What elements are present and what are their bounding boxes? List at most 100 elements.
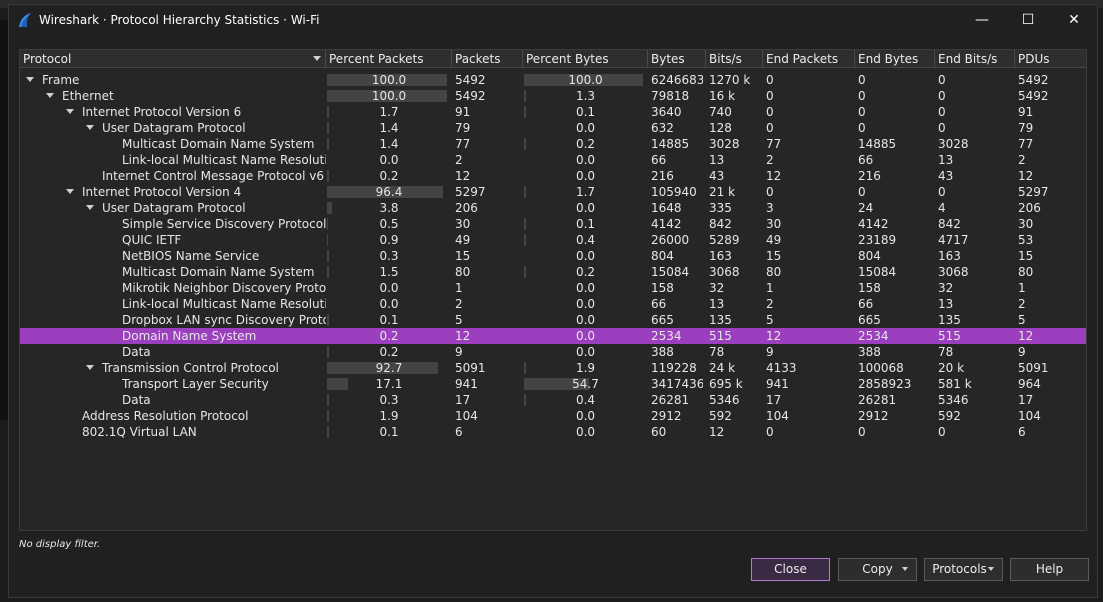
protocols-button[interactable]: Protocols: [924, 558, 1003, 581]
cell-bytes: 105940: [651, 185, 697, 199]
tree-row[interactable]: Domain Name System 0.2 12 0.0 2534 515 12 2534 5…: [20, 328, 1086, 344]
cell-percent-packets: 0.2: [379, 329, 399, 343]
column-header-percent-bytes[interactable]: Percent Bytes: [523, 50, 648, 68]
tree-row[interactable]: QUIC IETF 0.9 49 0.4 26000 5289 49 23189 4717 53: [20, 232, 1086, 248]
tree-row[interactable]: 802.1Q Virtual LAN 0.1 6 0.0 60 12 0 0 0 6: [20, 424, 1086, 440]
tree-row[interactable]: Frame 100.0 5492 100.0 6246683 1270 k 0 0 0 5492: [20, 72, 1086, 88]
tree-row[interactable]: Address Resolution Protocol 1.9 104 0.0 2912…: [20, 408, 1086, 424]
cell-end-packets: 3: [766, 201, 774, 215]
cell-bytes: 66: [651, 153, 667, 167]
cell-end-bits-per-second: 0: [938, 73, 946, 87]
expand-arrow-icon[interactable]: [66, 109, 74, 114]
column-header-bytes[interactable]: Bytes: [648, 50, 706, 68]
cell-end-bytes: 24: [858, 201, 874, 215]
cell-protocol: User Datagram Protocol: [102, 121, 246, 135]
expand-arrow-icon[interactable]: [86, 125, 94, 130]
cell-end-bits-per-second: 515: [938, 329, 961, 343]
cell-bytes: 2534: [651, 329, 682, 343]
cell-end-packets: 5: [766, 313, 774, 327]
cell-percent-packets: 0.1: [379, 313, 399, 327]
expand-arrow-icon[interactable]: [86, 365, 94, 370]
cell-percent-packets: 100.0: [371, 89, 407, 103]
cell-bytes: 216: [651, 169, 674, 183]
help-button[interactable]: Help: [1010, 558, 1089, 581]
tree-row[interactable]: Transport Layer Security 17.1 941 54.7 34174…: [20, 376, 1086, 392]
maximize-button[interactable]: ☐: [1005, 5, 1051, 35]
protocol-tree[interactable]: Protocol Percent Packets Packets Percent By…: [19, 49, 1087, 531]
minimize-button[interactable]: —: [959, 5, 1005, 35]
cell-bytes: 60: [651, 425, 667, 439]
tree-row[interactable]: Simple Service Discovery Protocol 0.5 30 0.…: [20, 216, 1086, 232]
cell-percent-packets: 1.9: [379, 409, 399, 423]
cell-bits-per-second: 5346: [709, 393, 740, 407]
cell-pdus: 964: [1018, 377, 1041, 391]
column-header-end-bytes[interactable]: End Bytes: [855, 50, 935, 68]
cell-end-packets: 2: [766, 297, 774, 311]
tree-row[interactable]: User Datagram Protocol 1.4 79 0.0 632 128 0 0 0 7…: [20, 120, 1086, 136]
tree-row[interactable]: User Datagram Protocol 3.8 206 0.0 1648 335 3 2…: [20, 200, 1086, 216]
cell-protocol: Link-local Multicast Name Resolution: [122, 153, 326, 167]
column-header-pdus[interactable]: PDUs: [1015, 50, 1086, 68]
close-button[interactable]: Close: [751, 558, 830, 581]
cell-percent-bytes: 0.0: [575, 409, 596, 423]
expand-arrow-icon[interactable]: [26, 77, 34, 82]
expand-arrow-icon[interactable]: [66, 189, 74, 194]
cell-percent-packets: 0.5: [379, 217, 399, 231]
tree-row[interactable]: Internet Protocol Version 4 96.4 5297 1.7 10…: [20, 184, 1086, 200]
cell-protocol: Internet Control Message Protocol v6: [102, 169, 324, 183]
cell-end-bits-per-second: 5346: [938, 393, 969, 407]
cell-bytes: 1648: [651, 201, 682, 215]
cell-end-bits-per-second: 135: [938, 313, 961, 327]
column-header-packets[interactable]: Packets: [452, 50, 523, 68]
tree-row[interactable]: Data 0.2 9 0.0 388 78 9 388 78 9: [20, 344, 1086, 360]
tree-row[interactable]: Dropbox LAN sync Discovery Protocol 0.1 5 0…: [20, 312, 1086, 328]
tree-row[interactable]: Multicast Domain Name System 1.4 77 0.2 1488…: [20, 136, 1086, 152]
cell-bytes: 388: [651, 345, 674, 359]
cell-bytes: 665: [651, 313, 674, 327]
cell-percent-bytes: 0.2: [575, 265, 596, 279]
tree-row[interactable]: Internet Control Message Protocol v6 0.2 1…: [20, 168, 1086, 184]
cell-end-bytes: 158: [858, 281, 881, 295]
tree-row[interactable]: NetBIOS Name Service 0.3 15 0.0 804 163 15 804 1…: [20, 248, 1086, 264]
tree-row[interactable]: Transmission Control Protocol 92.7 5091 1.9…: [20, 360, 1086, 376]
tree-row[interactable]: Mikrotik Neighbor Discovery Protocol 0.0 1…: [20, 280, 1086, 296]
cell-percent-bytes: 0.0: [575, 425, 596, 439]
copy-button[interactable]: Copy: [838, 558, 917, 581]
cell-end-bits-per-second: 0: [938, 121, 946, 135]
cell-bytes: 66: [651, 297, 667, 311]
tree-row[interactable]: Internet Protocol Version 6 1.7 91 0.1 3640 7…: [20, 104, 1086, 120]
tree-row[interactable]: Data 0.3 17 0.4 26281 5346 17 26281 5346 17: [20, 392, 1086, 408]
cell-bits-per-second: 13: [709, 153, 725, 167]
tree-row[interactable]: Multicast Domain Name System 1.5 80 0.2 1508…: [20, 264, 1086, 280]
cell-end-packets: 2: [766, 153, 774, 167]
tree-row[interactable]: Link-local Multicast Name Resolution 0.0 2…: [20, 152, 1086, 168]
expand-arrow-icon[interactable]: [86, 205, 94, 210]
column-header-percent-packets[interactable]: Percent Packets: [326, 50, 452, 68]
cell-end-packets: 0: [766, 185, 774, 199]
cell-end-packets: 0: [766, 121, 774, 135]
column-header-end-packets[interactable]: End Packets: [763, 50, 855, 68]
background-window-edge: [0, 20, 8, 420]
cell-packets: 5: [455, 313, 463, 327]
cell-bits-per-second: 43: [709, 169, 725, 183]
cell-protocol: Transmission Control Protocol: [102, 361, 279, 375]
cell-packets: 5492: [455, 89, 486, 103]
cell-end-bytes: 26281: [858, 393, 897, 407]
title-bar[interactable]: Wireshark · Protocol Hierarchy Statistic…: [9, 5, 1097, 35]
cell-end-bytes: 100068: [858, 361, 904, 375]
expand-arrow-icon[interactable]: [46, 93, 54, 98]
cell-bits-per-second: 135: [709, 313, 732, 327]
column-header-bits-per-second[interactable]: Bits/s: [706, 50, 763, 68]
tree-row[interactable]: Ethernet 100.0 5492 1.3 79818 16 k 0 0 0 5492: [20, 88, 1086, 104]
cell-protocol: User Datagram Protocol: [102, 201, 246, 215]
cell-bits-per-second: 695 k: [709, 377, 743, 391]
tree-row[interactable]: Link-local Multicast Name Resolution 0.0 2…: [20, 296, 1086, 312]
cell-end-bits-per-second: 0: [938, 89, 946, 103]
column-header-end-bits-per-second[interactable]: End Bits/s: [935, 50, 1015, 68]
cell-pdus: 53: [1018, 233, 1034, 247]
cell-end-packets: 30: [766, 217, 782, 231]
close-window-button[interactable]: ✕: [1051, 5, 1097, 35]
cell-percent-bytes: 0.0: [575, 297, 596, 311]
column-header-protocol[interactable]: Protocol: [20, 50, 326, 68]
cell-end-bits-per-second: 20 k: [938, 361, 965, 375]
